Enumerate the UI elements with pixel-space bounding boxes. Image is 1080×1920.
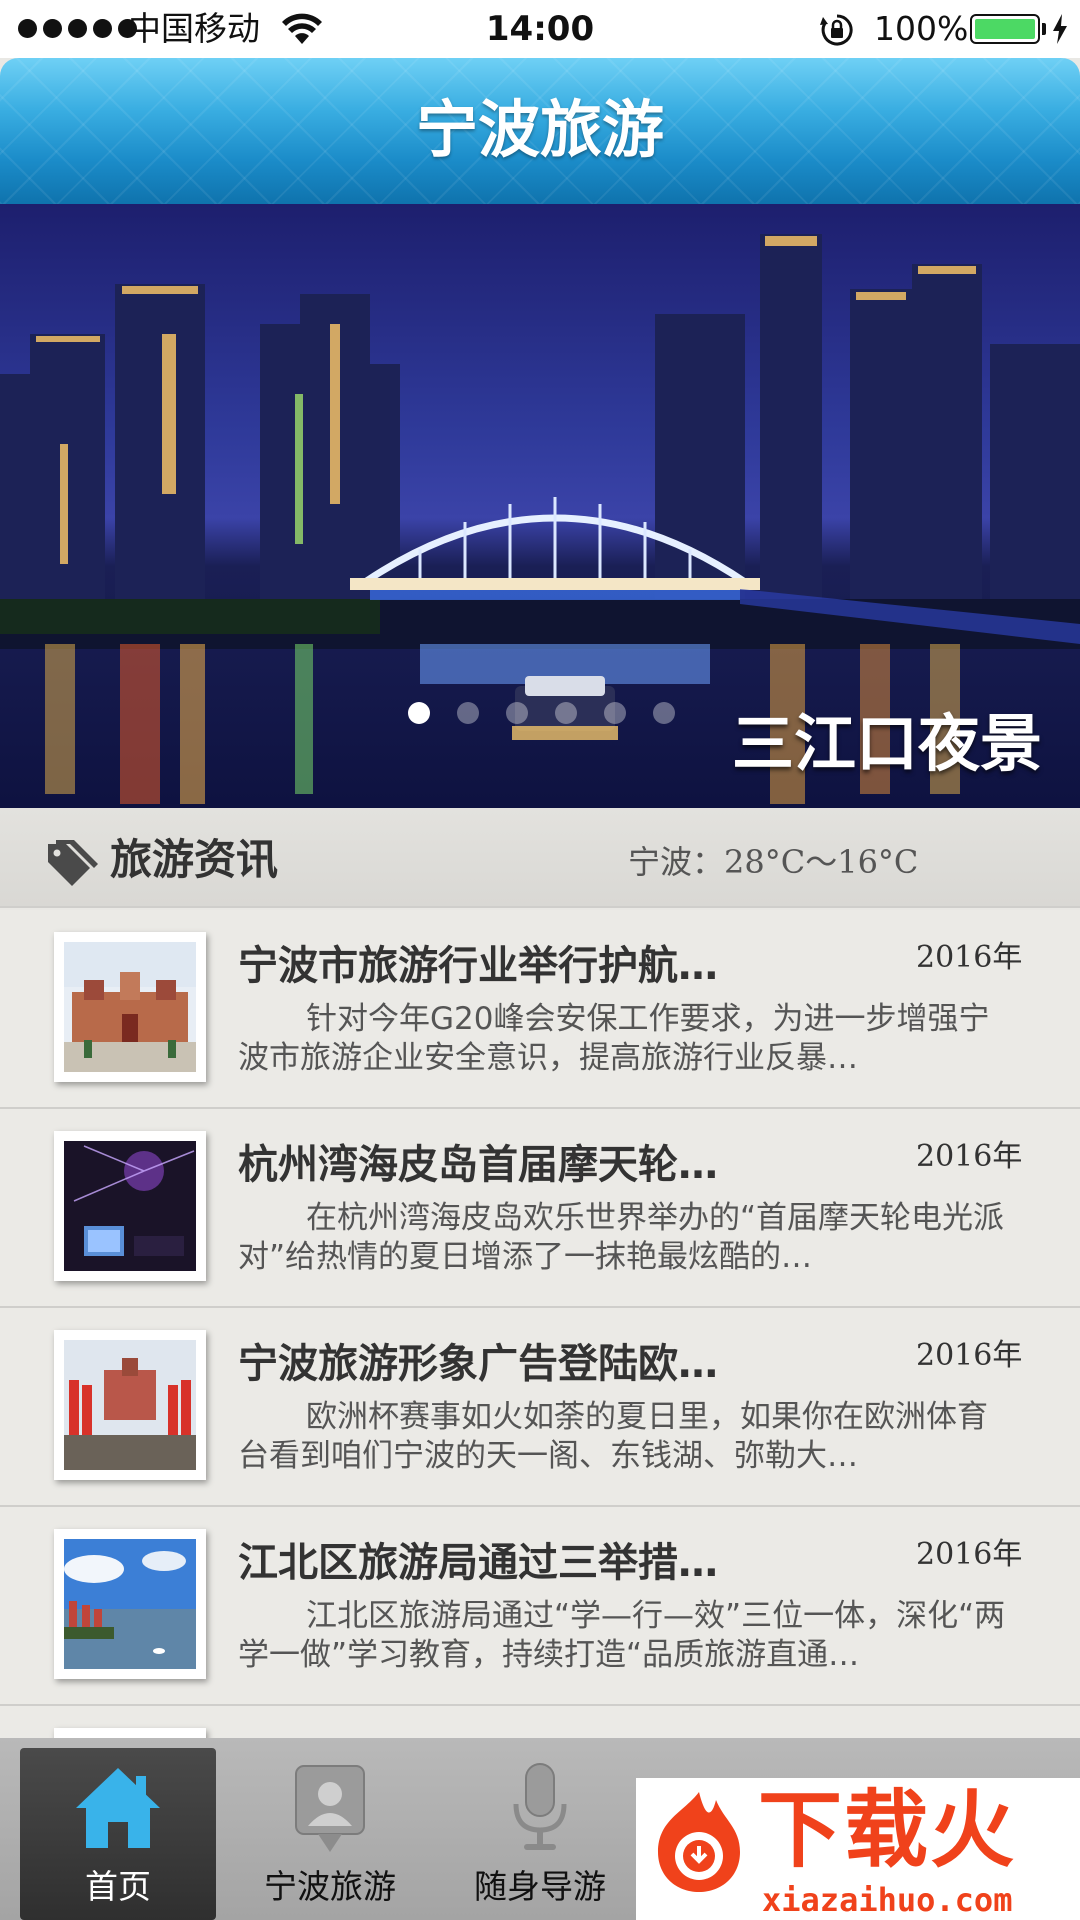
section-title: 旅游资讯 xyxy=(110,835,279,884)
news-item[interactable]: 杭州湾海皮岛首届摩天轮… 2016年 在杭州湾海皮岛欢乐世界举办的“首届摩天轮电… xyxy=(0,1109,1080,1308)
carousel-dot[interactable] xyxy=(604,702,626,724)
news-excerpt: 欧洲杯赛事如火如荼的夏日里，如果你在欧洲体育台看到咱们宁波的天一阁、东钱湖、弥勒… xyxy=(238,1399,988,1474)
watermark-text: 下载火 xyxy=(758,1781,1017,1879)
news-list[interactable]: 宁波市旅游行业举行护航… 2016年 针对今年G20峰会安保工作要求，为进一步增… xyxy=(0,910,1080,1738)
carousel-indicator xyxy=(408,702,675,724)
carousel-dot[interactable] xyxy=(555,702,577,724)
microphone-icon xyxy=(513,1763,567,1850)
banner-caption: 三江口夜景 xyxy=(731,707,1042,780)
tab-label: 首页 xyxy=(85,1867,151,1906)
tab-label: 宁波旅游 xyxy=(264,1867,396,1906)
news-title: 宁波市旅游行业举行护航… xyxy=(238,943,718,989)
battery-tip xyxy=(1042,23,1046,35)
news-excerpt: 针对今年G20峰会安保工作要求，为进一步增强宁波市旅游企业安全意识，提高旅游行业… xyxy=(238,1001,990,1076)
news-item[interactable]: 宁波市旅游行业举行护航… 2016年 针对今年G20峰会安保工作要求，为进一步增… xyxy=(0,910,1080,1109)
news-thumbnail xyxy=(54,1529,206,1679)
news-thumbnail xyxy=(54,932,206,1082)
weather-info: 宁波：28°C～16°C xyxy=(628,843,919,881)
battery-percentage: 100% xyxy=(874,9,969,48)
tab-ningbo-travel[interactable]: 宁波旅游 xyxy=(232,1748,428,1920)
carousel-dot[interactable] xyxy=(457,702,479,724)
news-excerpt: 江北区旅游局通过“学—行—效”三位一体，深化“两学一做”学习教育，持续打造“品质… xyxy=(238,1598,1006,1673)
tab-label: 随身导游 xyxy=(474,1867,606,1906)
news-item[interactable] xyxy=(0,1706,1080,1738)
news-title: 杭州湾海皮岛首届摩天轮… xyxy=(238,1142,718,1188)
status-bar: 中国移动 14:00 100% xyxy=(0,0,1080,58)
person-pin-icon xyxy=(295,1765,365,1852)
news-date: 2016年 xyxy=(916,1139,1023,1174)
news-thumbnail xyxy=(54,1728,206,1738)
page-title: 宁波旅游 xyxy=(415,93,664,166)
watermark-url: xiazaihuo.com xyxy=(762,1881,1013,1919)
app-header: 宁波旅游 xyxy=(0,58,1080,204)
news-thumbnail xyxy=(54,1131,206,1281)
news-item[interactable]: 江北区旅游局通过三举措… 2016年 江北区旅游局通过“学—行—效”三位一体，深… xyxy=(0,1507,1080,1706)
news-title: 江北区旅游局通过三举措… xyxy=(238,1540,718,1586)
news-item[interactable]: 宁波旅游形象广告登陆欧… 2016年 欧洲杯赛事如火如荼的夏日里，如果你在欧洲体… xyxy=(0,1308,1080,1507)
watermark-overlay: 下载火 xiazaihuo.com xyxy=(636,1778,1080,1920)
charging-bolt-icon xyxy=(1053,14,1067,44)
battery-icon xyxy=(970,14,1040,44)
news-section-header: 旅游资讯 宁波：28°C～16°C xyxy=(0,808,1080,908)
tab-home[interactable]: 首页 xyxy=(20,1748,216,1920)
battery-level xyxy=(975,19,1035,39)
home-icon xyxy=(76,1768,160,1848)
news-date: 2016年 xyxy=(916,1338,1023,1373)
rotation-lock-icon xyxy=(820,14,853,46)
news-date: 2016年 xyxy=(916,1537,1023,1572)
fire-logo-icon xyxy=(658,1792,740,1892)
tag-icon xyxy=(48,840,98,886)
tab-audio-guide[interactable]: 随身导游 xyxy=(442,1748,638,1920)
carousel-dot[interactable] xyxy=(506,702,528,724)
carousel-dot[interactable] xyxy=(653,702,675,724)
news-title: 宁波旅游形象广告登陆欧… xyxy=(238,1341,718,1387)
news-excerpt: 在杭州湾海皮岛欢乐世界举办的“首届摩天轮电光派对”给热情的夏日增添了一抹艳最炫酷… xyxy=(238,1200,1005,1275)
news-date: 2016年 xyxy=(916,940,1023,975)
screen: 中国移动 14:00 100% 宁波旅游 三江口夜景 旅游资讯 宁波：28°C～… xyxy=(0,0,1080,1920)
carousel-dot[interactable] xyxy=(408,702,430,724)
banner-carousel[interactable]: 三江口夜景 xyxy=(0,204,1080,808)
news-thumbnail xyxy=(54,1330,206,1480)
